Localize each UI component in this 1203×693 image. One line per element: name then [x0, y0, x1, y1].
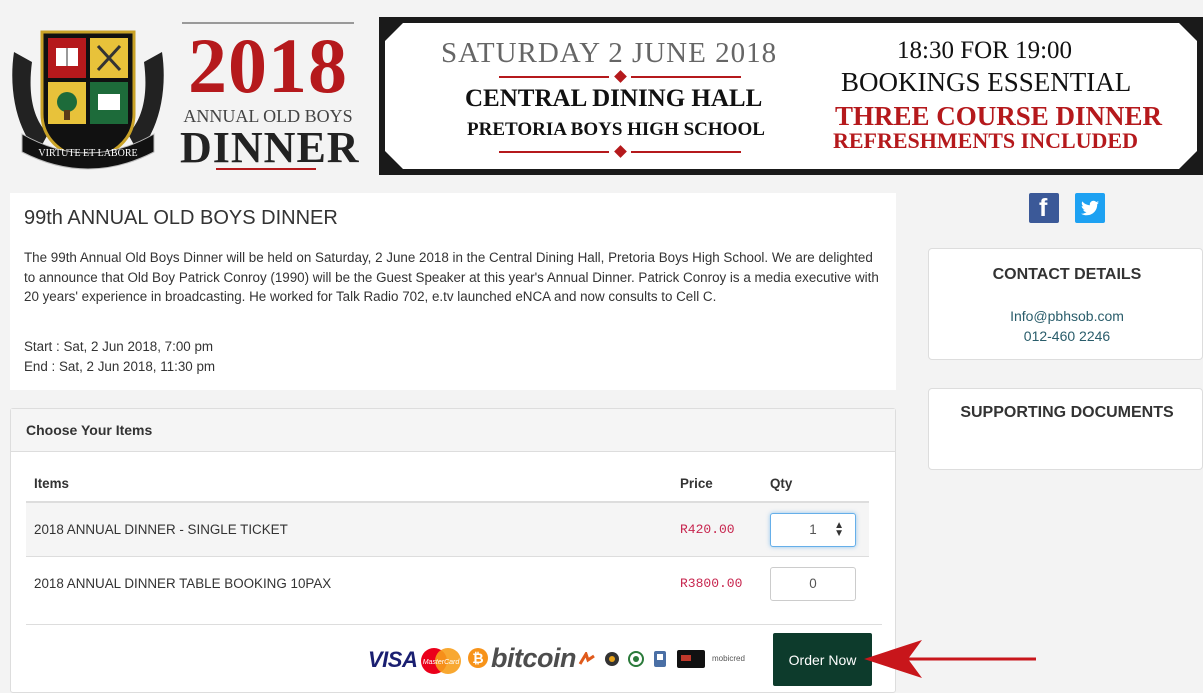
banner-time: 18:30 FOR 19:00	[897, 37, 1073, 64]
order-now-button[interactable]: Order Now	[773, 633, 872, 686]
mobicred-logo: mobicred	[712, 654, 745, 663]
banner-venue: CENTRAL DINING HALL	[465, 85, 763, 112]
quantity-stepper[interactable]: ▲▼	[770, 512, 856, 547]
items-table: Items Price Qty 2018 ANNUAL DINNER - SIN…	[26, 465, 869, 610]
supporting-documents-card	[928, 388, 1203, 470]
panel-footer-divider	[26, 624, 882, 625]
event-end: End : Sat, 2 Jun 2018, 11:30 pm	[24, 359, 216, 374]
item-price: R3800.00	[672, 556, 762, 610]
quantity-input[interactable]	[770, 566, 856, 601]
contact-email-link[interactable]: Info@pbhsob.com	[928, 308, 1203, 324]
banner-refreshments: REFRESHMENTS INCLUDED	[833, 128, 1138, 153]
logo-title: DINNER	[180, 123, 360, 172]
event-banner: SATURDAY 2 JUNE 2018 CENTRAL DINING HALL…	[379, 17, 1203, 175]
bitcoin-logo: bitcoin	[491, 643, 577, 673]
column-header-items: Items	[26, 465, 672, 503]
twitter-bird-icon	[1081, 200, 1099, 216]
column-header-price: Price	[672, 465, 762, 503]
payment-method-icon	[654, 651, 666, 667]
event-start: Start : Sat, 2 Jun 2018, 7:00 pm	[24, 339, 214, 354]
payment-method-icon	[578, 652, 595, 665]
spinner-arrows-icon[interactable]: ▲ ▼	[834, 520, 844, 538]
contact-details-title: CONTACT DETAILS	[992, 266, 1142, 283]
item-name: 2018 ANNUAL DINNER TABLE BOOKING 10PAX	[26, 556, 672, 610]
event-title: 99th ANNUAL OLD BOYS DINNER	[24, 207, 338, 229]
banner-divider	[631, 151, 741, 153]
table-header-row: Items Price Qty	[26, 465, 869, 503]
banner-bookings: BOOKINGS ESSENTIAL	[841, 67, 1132, 97]
facebook-glyph: f	[1039, 194, 1048, 222]
visa-logo: VISA	[368, 647, 418, 672]
items-panel-title: Choose Your Items	[26, 422, 153, 438]
item-name: 2018 ANNUAL DINNER - SINGLE TICKET	[26, 501, 672, 557]
banner-divider	[499, 151, 609, 153]
item-qty-cell: ▲▼	[762, 501, 869, 557]
banner-date: SATURDAY 2 JUNE 2018	[441, 37, 778, 69]
svg-text:₿: ₿	[472, 650, 483, 666]
event-description: The 99th Annual Old Boys Dinner will be …	[24, 250, 879, 304]
banner-diamond	[614, 145, 627, 158]
banner-divider	[499, 76, 609, 78]
table-row: 2018 ANNUAL DINNER - SINGLE TICKET R420.…	[26, 501, 869, 557]
school-crest-logo: VIRTUTE ET LABORE	[12, 30, 164, 170]
mastercard-logo: MasterCard	[421, 648, 461, 674]
banner-school: PRETORIA BOYS HIGH SCHOOL	[467, 119, 765, 140]
crest-motto: VIRTUTE ET LABORE	[38, 148, 137, 159]
item-qty-cell	[762, 556, 869, 610]
contact-phone-link[interactable]: 012-460 2246	[928, 328, 1203, 344]
table-row: 2018 ANNUAL DINNER TABLE BOOKING 10PAX R…	[26, 556, 869, 610]
facebook-icon[interactable]: f	[1029, 193, 1059, 223]
payment-method-icon	[677, 650, 705, 668]
red-arrow-annotation	[864, 640, 1036, 678]
supporting-documents-title: SUPPORTING DOCUMENTS	[960, 404, 1174, 421]
payment-method-icon	[628, 651, 644, 667]
logo-divider	[216, 168, 316, 170]
bitcoin-icon: ₿	[468, 648, 488, 668]
payment-method-icon	[605, 652, 619, 666]
banner-diamond	[614, 70, 627, 83]
logo-year: 2018	[182, 22, 354, 106]
banner-divider	[631, 76, 741, 78]
twitter-icon[interactable]	[1075, 193, 1105, 223]
event-banner-inner: SATURDAY 2 JUNE 2018 CENTRAL DINING HALL…	[385, 23, 1197, 169]
mastercard-text: MasterCard	[423, 659, 461, 666]
item-price: R420.00	[672, 501, 762, 557]
column-header-qty: Qty	[762, 465, 869, 503]
